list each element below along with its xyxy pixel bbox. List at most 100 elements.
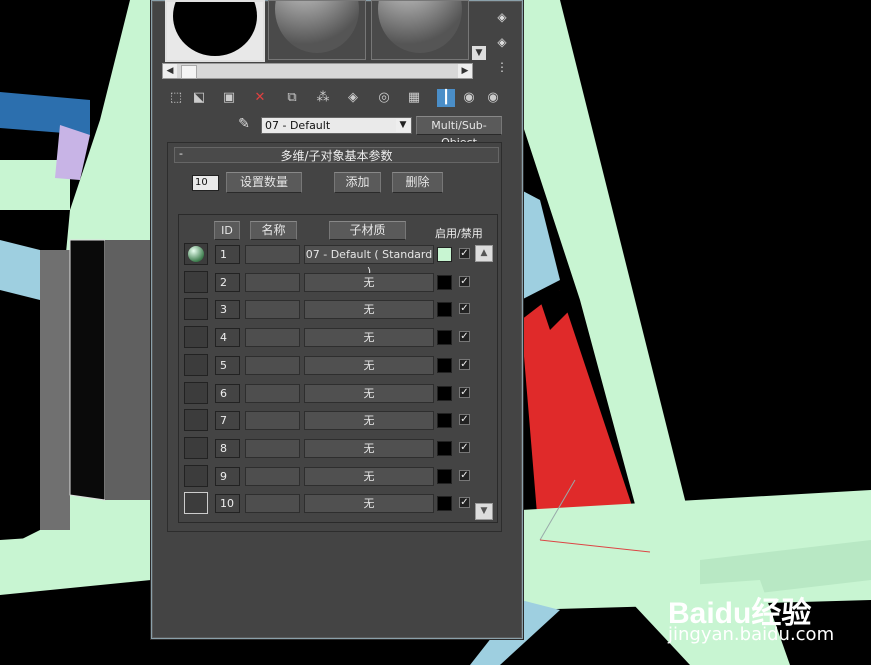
material-id-icon[interactable]: ◎ [375,89,393,107]
row-enable-checkbox[interactable]: ✓ [459,386,470,398]
sample-slot-2[interactable] [268,0,366,60]
go-parent-icon[interactable]: ◉ [460,89,478,107]
row-id-field[interactable]: 2 [215,272,240,292]
sub-material-slot[interactable] [184,326,208,349]
row-enable-checkbox[interactable]: ✓ [459,303,470,315]
table-scroll-down-icon[interactable]: ▼ [475,503,493,520]
rollout-header[interactable]: - 多维/子对象基本参数 [174,147,499,163]
go-sibling-icon[interactable]: ◉ [484,89,502,107]
backlight-icon[interactable]: ◈ [493,33,511,51]
reset-icon[interactable]: ✕ [251,89,269,107]
background-icon[interactable]: ⋮ [493,58,511,76]
samples-scrollbar[interactable]: ◀ ▶ [162,63,473,79]
row-enable-checkbox[interactable]: ✓ [459,331,470,343]
row-enable-checkbox[interactable]: ✓ [459,469,470,481]
sub-material-slot[interactable] [184,464,208,487]
scroll-thumb[interactable] [181,65,197,79]
unique-icon[interactable]: ⁂ [314,89,332,107]
row-enable-checkbox[interactable]: ✓ [459,275,470,287]
row-enable-checkbox[interactable]: ✓ [459,414,470,426]
row-color-swatch[interactable] [437,330,452,346]
sample-slot-3[interactable] [371,0,469,60]
row-submaterial-button[interactable]: 无 [304,466,434,486]
sample-type-icon[interactable]: ◈ [493,8,511,26]
row-name-field[interactable] [245,300,300,320]
row-name-field[interactable] [245,438,300,458]
set-count-button[interactable]: 设置数量 [226,172,302,193]
row-name-field[interactable] [245,355,300,375]
sub-material-slot[interactable] [184,409,208,432]
row-id-field[interactable]: 8 [215,438,240,458]
row-enable-checkbox[interactable]: ✓ [459,441,470,453]
baidu-watermark-url: jingyan.baidu.com [668,624,835,645]
sub-material-slot[interactable] [184,270,208,293]
row-submaterial-button[interactable]: 无 [304,411,434,431]
put-library-icon[interactable]: ◈ [344,89,362,107]
sub-material-slot[interactable] [184,381,208,404]
row-color-swatch[interactable] [437,274,452,290]
row-name-field[interactable] [245,494,300,514]
row-enable-checkbox[interactable]: ✓ [459,497,470,509]
sub-material-count-field[interactable]: 10 [192,175,219,191]
row-id-field[interactable]: 9 [215,466,240,486]
row-submaterial-button[interactable]: 无 [304,494,434,514]
row-id-field[interactable]: 7 [215,411,240,431]
sample-slot-1[interactable] [165,0,265,62]
row-id-field[interactable]: 10 [215,494,240,514]
assign-icon[interactable]: ▣ [220,89,238,107]
sub-material-slot[interactable] [184,353,208,376]
table-scroll-up-icon[interactable]: ▲ [475,245,493,262]
row-submaterial-button[interactable]: 无 [304,300,434,320]
sphere-preview-icon [167,2,263,60]
row-submaterial-button[interactable]: 无 [304,328,434,348]
material-name-value: 07 - Default [265,119,331,132]
row-color-swatch[interactable] [437,413,452,429]
row-color-swatch[interactable] [437,247,452,262]
sub-material-slot[interactable] [184,492,208,515]
sort-by-id-button[interactable]: ID [214,221,240,240]
row-submaterial-button[interactable]: 无 [304,355,434,375]
scroll-left-icon[interactable]: ◀ [163,64,177,78]
row-color-swatch[interactable] [437,468,452,484]
row-color-swatch[interactable] [437,357,452,373]
row-color-swatch[interactable] [437,496,452,512]
copy-icon[interactable]: ⧉ [283,89,301,107]
row-id-field[interactable]: 1 [215,245,240,264]
row-id-field[interactable]: 5 [215,355,240,375]
row-submaterial-button[interactable]: 无 [304,438,434,458]
sub-material-slot[interactable] [184,436,208,459]
sort-by-submaterial-button[interactable]: 子材质 [329,221,406,240]
material-name-dropdown[interactable]: 07 - Default ▼ [261,117,412,134]
sort-by-name-button[interactable]: 名称 [250,221,297,240]
row-name-field[interactable] [245,411,300,431]
row-submaterial-button[interactable]: 07 - Default ( Standard ) [304,245,434,278]
row-id-field[interactable]: 3 [215,300,240,320]
row-enable-checkbox[interactable]: ✓ [459,358,470,370]
row-id-field[interactable]: 6 [215,383,240,403]
row-color-swatch[interactable] [437,440,452,456]
row-name-field[interactable] [245,466,300,486]
add-button[interactable]: 添加 [334,172,381,193]
row-name-field[interactable] [245,272,300,292]
row-color-swatch[interactable] [437,385,452,401]
row-submaterial-button[interactable]: 无 [304,272,434,292]
delete-button[interactable]: 删除 [392,172,443,193]
sub-material-slot[interactable] [184,298,208,321]
get-material-icon[interactable]: ⬚ [167,89,185,107]
eyedropper-icon[interactable]: ✎ [235,115,253,133]
sub-material-slot[interactable] [184,243,208,265]
chevron-down-icon[interactable]: ▼ [396,119,410,132]
row-enable-checkbox[interactable]: ✓ [459,248,470,259]
row-name-field[interactable] [245,245,300,264]
row-submaterial-button[interactable]: 无 [304,383,434,403]
show-map-icon[interactable]: ▦ [405,89,423,107]
put-to-scene-icon[interactable]: ⬕ [190,89,208,107]
samples-dropdown-button[interactable]: ▼ [472,46,486,60]
material-type-button[interactable]: Multi/Sub-Object [416,116,502,149]
row-id-field[interactable]: 4 [215,328,240,348]
row-name-field[interactable] [245,383,300,403]
row-color-swatch[interactable] [437,302,452,318]
row-name-field[interactable] [245,328,300,348]
scroll-right-icon[interactable]: ▶ [458,64,472,78]
show-end-result-icon[interactable]: ┃ [437,89,455,107]
